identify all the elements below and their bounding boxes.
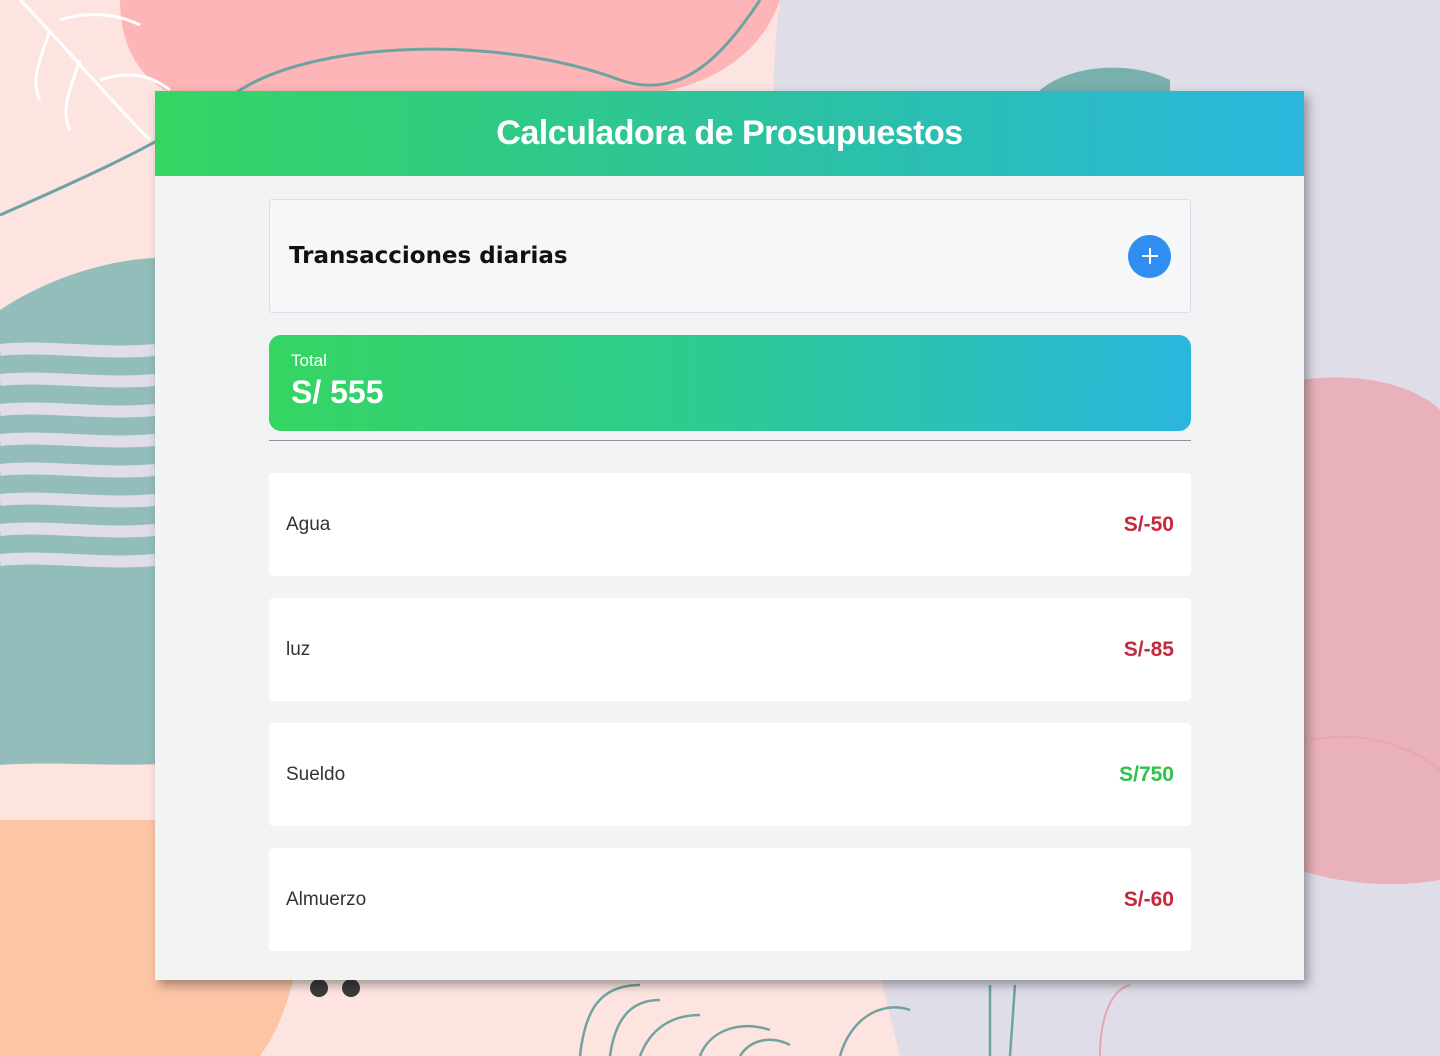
transactions-panel-title: Transacciones diarias <box>289 243 568 269</box>
transaction-list: Agua S/-50 luz S/-85 Sueldo S/750 Almuer… <box>269 473 1191 951</box>
transaction-name: luz <box>286 638 311 660</box>
transaction-name: Almuerzo <box>286 888 367 910</box>
transaction-amount: S/-60 <box>1123 887 1174 911</box>
total-card: Total S/ 555 <box>269 335 1191 431</box>
transaction-name: Sueldo <box>286 763 346 785</box>
transaction-name: Agua <box>286 513 331 535</box>
transaction-item[interactable]: luz S/-85 <box>269 598 1191 701</box>
main-content: Transacciones diarias Total S/ 555 Agua … <box>269 199 1191 973</box>
add-transaction-button[interactable] <box>1128 234 1171 278</box>
total-label: Total <box>291 351 327 370</box>
plus-icon <box>1141 248 1158 264</box>
transaction-amount: S/-50 <box>1123 512 1174 536</box>
total-value: S/ 555 <box>291 374 384 410</box>
transaction-item[interactable]: Sueldo S/750 <box>269 723 1191 826</box>
budget-calculator-window: Calculadora de Prosupuestos Transaccione… <box>155 91 1304 980</box>
divider <box>269 440 1191 441</box>
transactions-panel-header: Transacciones diarias <box>269 199 1191 313</box>
app-title: Calculadora de Prosupuestos <box>496 114 963 152</box>
transaction-item[interactable]: Almuerzo S/-60 <box>269 848 1191 951</box>
app-header: Calculadora de Prosupuestos <box>155 91 1304 176</box>
transaction-amount: S/-85 <box>1123 637 1174 661</box>
transaction-amount: S/750 <box>1119 762 1174 786</box>
transaction-item[interactable]: Agua S/-50 <box>269 473 1191 576</box>
